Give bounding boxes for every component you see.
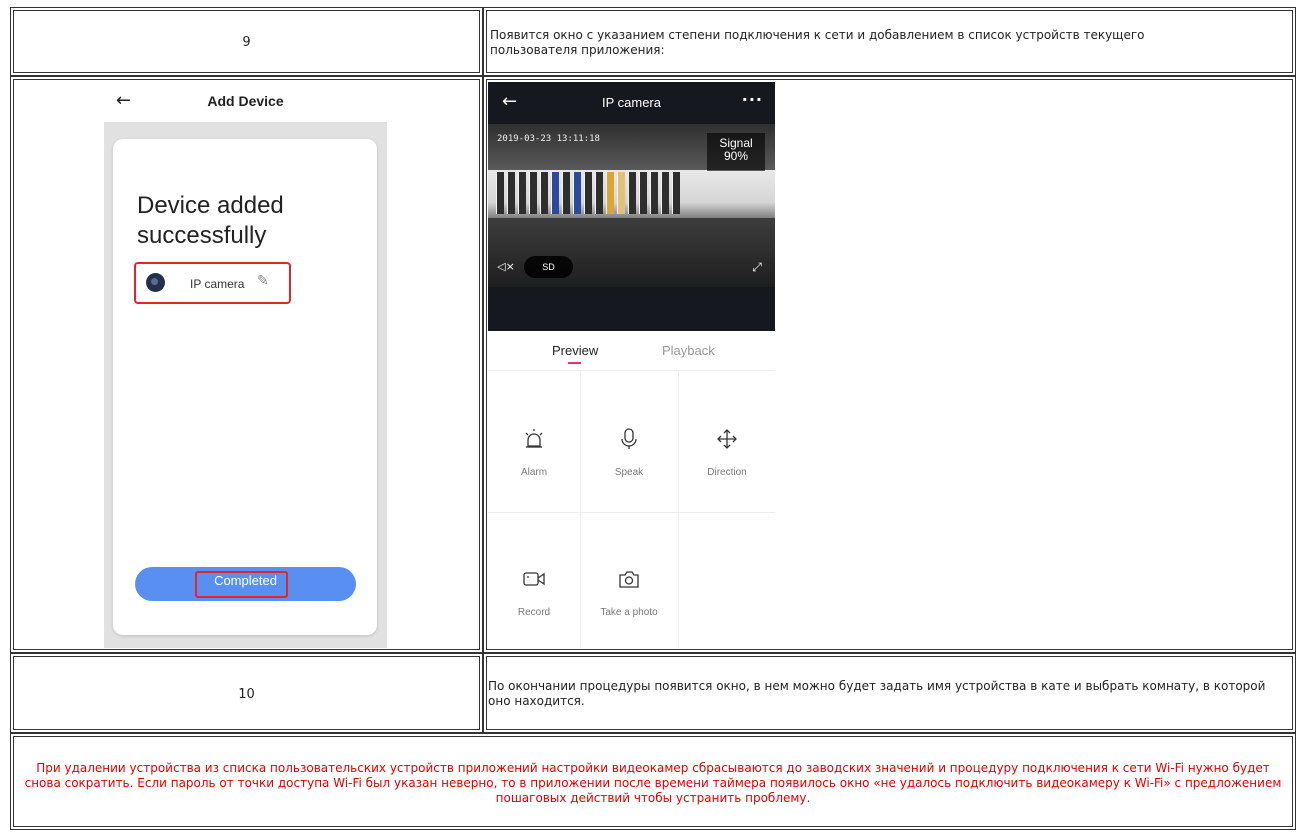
video-binder [595, 172, 603, 214]
row-9-number: 9 [242, 35, 251, 50]
video-binder [551, 172, 559, 214]
video-binder [628, 172, 636, 214]
video-binder [540, 172, 548, 214]
warning-note: При удалении устройства из списка пользо… [24, 761, 1282, 805]
add-device-title: Add Device [207, 93, 284, 109]
success-card: Device added successfully IP camera ✎ Co… [113, 139, 377, 635]
video-binder [584, 172, 592, 214]
row-9-text-cell: Появится окно с указанием степени подклю… [483, 7, 1296, 76]
camera-header: ← IP camera ··· [488, 82, 775, 124]
add-device-background: Device added successfully IP camera ✎ Co… [104, 122, 387, 648]
success-heading: Device added successfully [137, 191, 284, 251]
tab-playback[interactable]: Playback [662, 343, 715, 358]
mute-icon[interactable]: ◁× [497, 258, 515, 276]
video-record-icon[interactable] [504, 568, 564, 595]
video-binder [573, 172, 581, 214]
video-binder [518, 172, 526, 214]
row-9-number-cell: 9 [10, 7, 483, 76]
camera-video-feed: 2019-03-23 13:11:18 Signal 90% ◁× SD ⤢ [488, 124, 775, 287]
note-cell: При удалении устройства из списка пользо… [10, 733, 1296, 830]
row-10-text-cell: По окончании процедуры появится окно, в … [483, 653, 1296, 733]
video-binder [672, 172, 680, 214]
video-binder [650, 172, 658, 214]
camera-icon[interactable] [599, 568, 659, 595]
record-label: Record [517, 607, 551, 618]
completed-button-label: Completed [214, 573, 277, 588]
signal-value: 90% [723, 149, 749, 163]
video-binder [606, 172, 614, 214]
video-binder [496, 172, 504, 214]
camera-title: IP camera [601, 95, 661, 110]
camera-lens-icon [146, 273, 165, 292]
row-9-text: Появится окно с указанием степени подклю… [490, 28, 1145, 57]
quality-sd-button[interactable]: SD [524, 256, 573, 278]
alarm-icon[interactable] [504, 428, 564, 455]
video-binder [529, 172, 537, 214]
row-10-number: 10 [238, 687, 255, 702]
success-heading-line1: Device added [137, 192, 284, 219]
tab-preview[interactable]: Preview [552, 343, 598, 358]
grid-divider [678, 371, 679, 648]
pencil-icon[interactable]: ✎ [257, 273, 269, 289]
add-device-top-bar: ← Add Device [104, 82, 387, 122]
camera-actions-grid: Alarm Speak Direction Record Take a phot… [488, 371, 775, 648]
ip-camera-screenshot: ← IP camera ··· 2019-03-23 13:11:18 Sign… [488, 82, 775, 648]
add-device-screenshot: ← Add Device Device added successfully I… [104, 82, 387, 648]
direction-label: Direction [707, 467, 747, 478]
video-binder [639, 172, 647, 214]
row-10-number-cell: 10 [10, 653, 483, 733]
grid-divider [580, 371, 581, 648]
completed-button[interactable]: Completed [135, 567, 356, 601]
video-binder [661, 172, 669, 214]
video-binder [507, 172, 515, 214]
video-binder [562, 172, 570, 214]
microphone-icon[interactable] [599, 428, 659, 455]
success-heading-line2: successfully [137, 222, 267, 249]
tab-preview-underline [568, 362, 581, 364]
device-name: IP camera [190, 277, 245, 291]
video-binder [617, 172, 625, 214]
row-10-text: По окончании процедуры появится окно, в … [488, 679, 1266, 708]
speak-label: Speak [614, 467, 644, 478]
video-timestamp: 2019-03-23 13:11:18 [497, 134, 600, 144]
take-photo-label: Take a photo [600, 607, 658, 618]
camera-tabs: Preview Playback [488, 331, 775, 371]
device-item-highlight[interactable]: IP camera ✎ [134, 262, 291, 304]
signal-indicator: Signal 90% [707, 133, 765, 171]
more-icon[interactable]: ··· [742, 90, 763, 109]
alarm-label: Alarm [520, 467, 548, 478]
camera-control-band [488, 287, 775, 331]
grid-divider [488, 512, 775, 513]
fullscreen-icon[interactable]: ⤢ [748, 258, 766, 276]
direction-arrows-icon[interactable] [697, 428, 757, 455]
